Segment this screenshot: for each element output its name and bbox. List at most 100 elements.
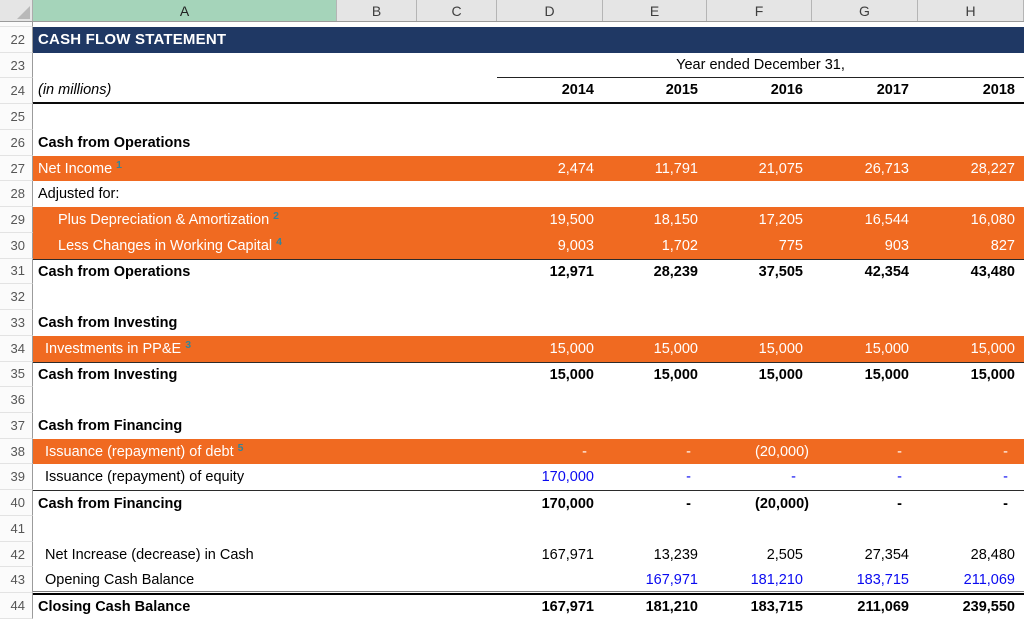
cell-F35[interactable]: 15,000 bbox=[707, 363, 812, 388]
cell-F30[interactable]: 775 bbox=[707, 233, 812, 259]
cell-H31[interactable]: 43,480 bbox=[918, 260, 1024, 285]
cell-H38[interactable]: - bbox=[918, 439, 1024, 465]
column-header-F[interactable]: F bbox=[707, 0, 812, 21]
cell-H27[interactable]: 28,227 bbox=[918, 156, 1024, 182]
cell-A33[interactable]: Cash from Investing bbox=[33, 310, 497, 336]
cell-A23[interactable] bbox=[33, 53, 497, 79]
cell-A29[interactable]: Plus Depreciation & Amortization2 bbox=[33, 207, 497, 233]
cell-G39[interactable]: - bbox=[812, 464, 918, 490]
cell-H29[interactable]: 16,080 bbox=[918, 207, 1024, 233]
cell-F34[interactable]: 15,000 bbox=[707, 336, 812, 362]
cell-A36[interactable] bbox=[33, 387, 497, 413]
row-header-40[interactable]: 40 bbox=[0, 490, 33, 516]
cell-D44[interactable]: 167,971 bbox=[497, 595, 603, 619]
cell-D27[interactable]: 2,474 bbox=[497, 156, 603, 182]
cell-E41[interactable] bbox=[603, 516, 707, 542]
cell-G29[interactable]: 16,544 bbox=[812, 207, 918, 233]
cell-G38[interactable]: - bbox=[812, 439, 918, 465]
cell-F37[interactable] bbox=[707, 413, 812, 439]
cell-F26[interactable] bbox=[707, 130, 812, 156]
cell-H35[interactable]: 15,000 bbox=[918, 363, 1024, 388]
row-header-22[interactable]: 22 bbox=[0, 27, 33, 53]
cell-H28[interactable] bbox=[918, 181, 1024, 207]
row-header-27[interactable]: 27 bbox=[0, 156, 33, 182]
cell-H43[interactable]: 211,069 bbox=[918, 567, 1024, 593]
cell-A38[interactable]: Issuance (repayment) of debt5 bbox=[33, 439, 497, 465]
row-header-28[interactable]: 28 bbox=[0, 181, 33, 207]
cell-A24[interactable]: (in millions) bbox=[33, 78, 497, 102]
cell-A40[interactable]: Cash from Financing bbox=[33, 491, 497, 516]
cell-H25[interactable] bbox=[918, 104, 1024, 130]
cell-G44[interactable]: 211,069 bbox=[812, 595, 918, 619]
cell-E24[interactable]: 2015 bbox=[603, 78, 707, 102]
cell-A32[interactable] bbox=[33, 284, 497, 310]
cell-G42[interactable]: 27,354 bbox=[812, 542, 918, 568]
cell-E30[interactable]: 1,702 bbox=[603, 233, 707, 259]
cell-D31[interactable]: 12,971 bbox=[497, 260, 603, 285]
cell-E31[interactable]: 28,239 bbox=[603, 260, 707, 285]
cell-A39[interactable]: Issuance (repayment) of equity bbox=[33, 464, 497, 490]
column-header-H[interactable]: H bbox=[918, 0, 1024, 21]
cell-G43[interactable]: 183,715 bbox=[812, 567, 918, 593]
cell-E33[interactable] bbox=[603, 310, 707, 336]
row-header-24[interactable]: 24 bbox=[0, 78, 33, 104]
cell-H40[interactable]: - bbox=[918, 491, 1024, 516]
row-header-42[interactable]: 42 bbox=[0, 542, 33, 568]
cell-D43[interactable] bbox=[497, 567, 603, 593]
column-header-G[interactable]: G bbox=[812, 0, 918, 21]
cell-A42[interactable]: Net Increase (decrease) in Cash bbox=[33, 542, 497, 568]
row-header-31[interactable]: 31 bbox=[0, 259, 33, 285]
row-header-35[interactable]: 35 bbox=[0, 362, 33, 388]
cell-F42[interactable]: 2,505 bbox=[707, 542, 812, 568]
cell-G30[interactable]: 903 bbox=[812, 233, 918, 259]
cell-E37[interactable] bbox=[603, 413, 707, 439]
cell-D28[interactable] bbox=[497, 181, 603, 207]
cell-D36[interactable] bbox=[497, 387, 603, 413]
cell-F39[interactable]: - bbox=[707, 464, 812, 490]
cell-F24[interactable]: 2016 bbox=[707, 78, 812, 102]
cell-A37[interactable]: Cash from Financing bbox=[33, 413, 497, 439]
cell-H26[interactable] bbox=[918, 130, 1024, 156]
cell-D25[interactable] bbox=[497, 104, 603, 130]
cell-D30[interactable]: 9,003 bbox=[497, 233, 603, 259]
cell-F28[interactable] bbox=[707, 181, 812, 207]
row-header-41[interactable]: 41 bbox=[0, 516, 33, 542]
cell-E38[interactable]: - bbox=[603, 439, 707, 465]
cell-G36[interactable] bbox=[812, 387, 918, 413]
cell-E34[interactable]: 15,000 bbox=[603, 336, 707, 362]
cell-G34[interactable]: 15,000 bbox=[812, 336, 918, 362]
cell-E44[interactable]: 181,210 bbox=[603, 595, 707, 619]
row-header-39[interactable]: 39 bbox=[0, 464, 33, 490]
cell-A30[interactable]: Less Changes in Working Capital4 bbox=[33, 233, 497, 259]
cell-D23-period-header[interactable]: Year ended December 31, bbox=[497, 53, 1024, 79]
row-header-36[interactable]: 36 bbox=[0, 387, 33, 413]
row-header-43[interactable]: 43 bbox=[0, 567, 33, 593]
cell-D32[interactable] bbox=[497, 284, 603, 310]
row-header-32[interactable]: 32 bbox=[0, 284, 33, 310]
cell-D37[interactable] bbox=[497, 413, 603, 439]
cell-E29[interactable]: 18,150 bbox=[603, 207, 707, 233]
cell-A41[interactable] bbox=[33, 516, 497, 542]
cell-H37[interactable] bbox=[918, 413, 1024, 439]
cell-E36[interactable] bbox=[603, 387, 707, 413]
cell-F44[interactable]: 183,715 bbox=[707, 595, 812, 619]
row-header-29[interactable]: 29 bbox=[0, 207, 33, 233]
cell-E32[interactable] bbox=[603, 284, 707, 310]
cell-G27[interactable]: 26,713 bbox=[812, 156, 918, 182]
cell-H33[interactable] bbox=[918, 310, 1024, 336]
cell-E27[interactable]: 11,791 bbox=[603, 156, 707, 182]
cell-H32[interactable] bbox=[918, 284, 1024, 310]
cell-H24[interactable]: 2018 bbox=[918, 78, 1024, 102]
select-all-corner[interactable] bbox=[0, 0, 33, 21]
column-header-E[interactable]: E bbox=[603, 0, 707, 21]
cell-A26[interactable]: Cash from Operations bbox=[33, 130, 497, 156]
cell-D39[interactable]: 170,000 bbox=[497, 464, 603, 490]
cell-E43[interactable]: 167,971 bbox=[603, 567, 707, 593]
cell-A34[interactable]: Investments in PP&E3 bbox=[33, 336, 497, 362]
cell-E40[interactable]: - bbox=[603, 491, 707, 516]
cell-H44[interactable]: 239,550 bbox=[918, 595, 1024, 619]
cell-G31[interactable]: 42,354 bbox=[812, 260, 918, 285]
cell-D26[interactable] bbox=[497, 130, 603, 156]
cell-D40[interactable]: 170,000 bbox=[497, 491, 603, 516]
row-header-25[interactable]: 25 bbox=[0, 104, 33, 130]
